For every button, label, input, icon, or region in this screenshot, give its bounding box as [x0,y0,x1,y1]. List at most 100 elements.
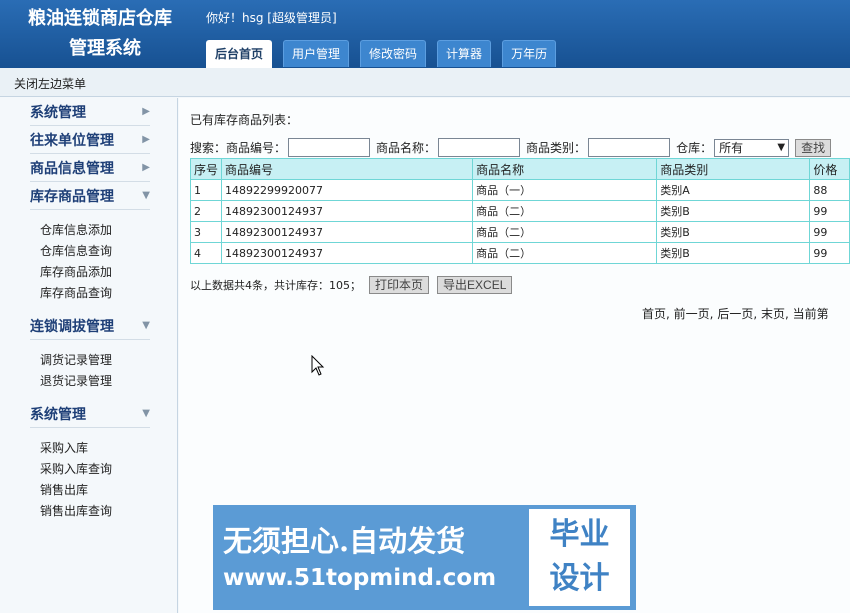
arrow-down-icon: ▼ [142,408,150,419]
system-title: 粮油连锁商店仓库 管理系统 [0,4,200,64]
menu-head-transfer[interactable]: 连锁调拔管理 ▼ [30,312,150,340]
pager-next[interactable]: 后一页 [717,307,753,321]
tab-change-password[interactable]: 修改密码 [360,40,427,67]
pagination: 首页, 前一页, 后一页, 末页, 当前第 [642,307,829,321]
cell-index: 2 [189,200,223,222]
menu-item-query-warehouse[interactable]: 仓库信息查询 [40,241,150,262]
arrow-right-icon: ▶ [142,106,150,117]
stock-table: 序号 商品编号 商品名称 商品类别 价格 1 14892299920077 商品… [189,158,850,264]
banner-left: 无须担心.自动发货 www.51topmind.com [213,505,523,610]
menu-group-system: 系统管理 ▶ [30,98,150,126]
arrow-right-icon: ▶ [142,162,150,173]
menu-item-sales-out-query[interactable]: 销售出库查询 [40,501,150,522]
cell-name: 商品（二） [472,242,658,264]
code-label: 商品编号： [226,141,287,155]
cell-code: 14892300124937 [221,221,474,243]
product-name-input[interactable] [438,138,521,157]
menu-items: 调货记录管理 退货记录管理 [30,340,150,400]
pager-first[interactable]: 首页 [642,307,666,321]
menu-group-partners: 往来单位管理 ▶ [30,126,150,154]
product-category-input[interactable] [588,138,671,157]
close-left-menu-link[interactable]: 关闭左边菜单 [14,75,86,92]
col-header-price: 价格 [809,158,850,180]
warehouse-select[interactable]: 所有 ▼ [714,138,790,157]
name-label: 商品名称： [376,141,437,155]
arrow-right-icon: ▶ [142,134,150,145]
tab-user-management[interactable]: 用户管理 [283,40,350,67]
cell-index: 3 [189,221,223,243]
cell-price: 99 [809,221,850,243]
pager-prev[interactable]: 前一页 [674,307,710,321]
menu-group-products: 商品信息管理 ▶ [30,154,150,182]
menu-items: 采购入库 采购入库查询 销售出库 销售出库查询 [30,428,150,530]
menu-head-partners[interactable]: 往来单位管理 ▶ [30,126,150,154]
menu-item-transfer-records[interactable]: 调货记录管理 [40,350,150,371]
table-row[interactable]: 2 14892300124937 商品（二） 类别B 99 [189,200,850,222]
summary-bar: 以上数据共4条，共计库存：105； 打印本页 导出EXCEL [190,276,513,294]
search-button[interactable]: 查找 [795,138,832,157]
menu-head-label: 商品信息管理 [30,160,114,177]
cell-index: 1 [189,179,223,201]
banner-right: 毕业 设计 [523,505,636,610]
menu-head-system-2[interactable]: 系统管理 ▼ [30,400,150,428]
top-tabs: 后台首页 用户管理 修改密码 计算器 万年历 [206,40,567,68]
menu-item-query-stock[interactable]: 库存商品查询 [40,283,150,304]
menu-head-system[interactable]: 系统管理 ▶ [30,98,150,126]
menu-item-purchase-in-query[interactable]: 采购入库查询 [40,459,150,480]
menu-item-return-records[interactable]: 退货记录管理 [40,371,150,392]
arrow-down-icon: ▼ [142,320,150,331]
warehouse-selected-value: 所有 [719,140,744,155]
menu-head-label: 连锁调拔管理 [30,318,114,335]
category-label: 商品类别： [526,141,587,155]
banner-badge-line2: 设计 [549,561,610,596]
user-greeting: 你好！hsg [超级管理员] [206,11,337,25]
menu-group-system-2: 系统管理 ▼ 采购入库 采购入库查询 销售出库 销售出库查询 [30,400,150,530]
watermark-banner: 无须担心.自动发货 www.51topmind.com 毕业 设计 [213,505,636,610]
pager-current: 当前第 [792,307,829,321]
cell-code: 14892300124937 [221,242,474,264]
sidebar: 系统管理 ▶ 往来单位管理 ▶ 商品信息管理 ▶ 库存商品管理 ▼ 仓库信息添加… [0,98,178,613]
menu-item-add-warehouse[interactable]: 仓库信息添加 [40,220,150,241]
cell-name: 商品（二） [472,221,658,243]
header: 粮油连锁商店仓库 管理系统 你好！hsg [超级管理员] 后台首页 用户管理 修… [0,0,850,68]
menu-group-transfer: 连锁调拔管理 ▼ 调货记录管理 退货记录管理 [30,312,150,400]
dropdown-arrow-icon: ▼ [777,141,786,153]
cell-category: 类别A [656,179,811,201]
table-row[interactable]: 1 14892299920077 商品（一） 类别A 88 [189,179,850,201]
menu-item-add-stock[interactable]: 库存商品添加 [40,262,150,283]
banner-slogan: 无须担心.自动发货 [223,523,466,558]
col-header-name: 商品名称 [472,158,658,180]
mouse-cursor-icon [311,355,325,376]
tab-home[interactable]: 后台首页 [206,40,273,68]
cell-price: 99 [809,200,850,222]
cell-price: 99 [809,242,850,264]
cell-category: 类别B [656,221,811,243]
export-excel-button[interactable]: 导出EXCEL [437,276,513,294]
list-title: 已有库存商品列表： [190,113,299,127]
menu-items: 仓库信息添加 仓库信息查询 库存商品添加 库存商品查询 [30,210,150,312]
table-row[interactable]: 4 14892300124937 商品（二） 类别B 99 [189,242,850,264]
cell-name: 商品（一） [472,179,658,201]
tab-calculator[interactable]: 计算器 [437,40,492,67]
menu-item-purchase-in[interactable]: 采购入库 [40,438,150,459]
pager-last[interactable]: 末页 [761,307,785,321]
table-row[interactable]: 3 14892300124937 商品（二） 类别B 99 [189,221,850,243]
cell-price: 88 [809,179,850,201]
search-bar: 搜索： 商品编号： 商品名称： 商品类别： 仓库： 所有 ▼ 查找 [190,138,832,157]
table-header-row: 序号 商品编号 商品名称 商品类别 价格 [189,158,850,180]
banner-badge-line1: 毕业 [549,517,610,552]
menu-head-label: 往来单位管理 [30,132,114,149]
banner-url: www.51topmind.com [223,564,497,591]
print-button[interactable]: 打印本页 [369,276,430,294]
menu-head-products[interactable]: 商品信息管理 ▶ [30,154,150,182]
cell-index: 4 [189,242,223,264]
menu-item-sales-out[interactable]: 销售出库 [40,480,150,501]
cell-code: 14892299920077 [221,179,474,201]
menu-head-label: 系统管理 [30,104,86,121]
col-header-index: 序号 [189,158,223,180]
menu-head-inventory[interactable]: 库存商品管理 ▼ [30,182,150,210]
cell-category: 类别B [656,242,811,264]
tab-calendar[interactable]: 万年历 [502,40,557,67]
product-code-input[interactable] [288,138,371,157]
toggle-bar: 关闭左边菜单 [0,68,850,97]
